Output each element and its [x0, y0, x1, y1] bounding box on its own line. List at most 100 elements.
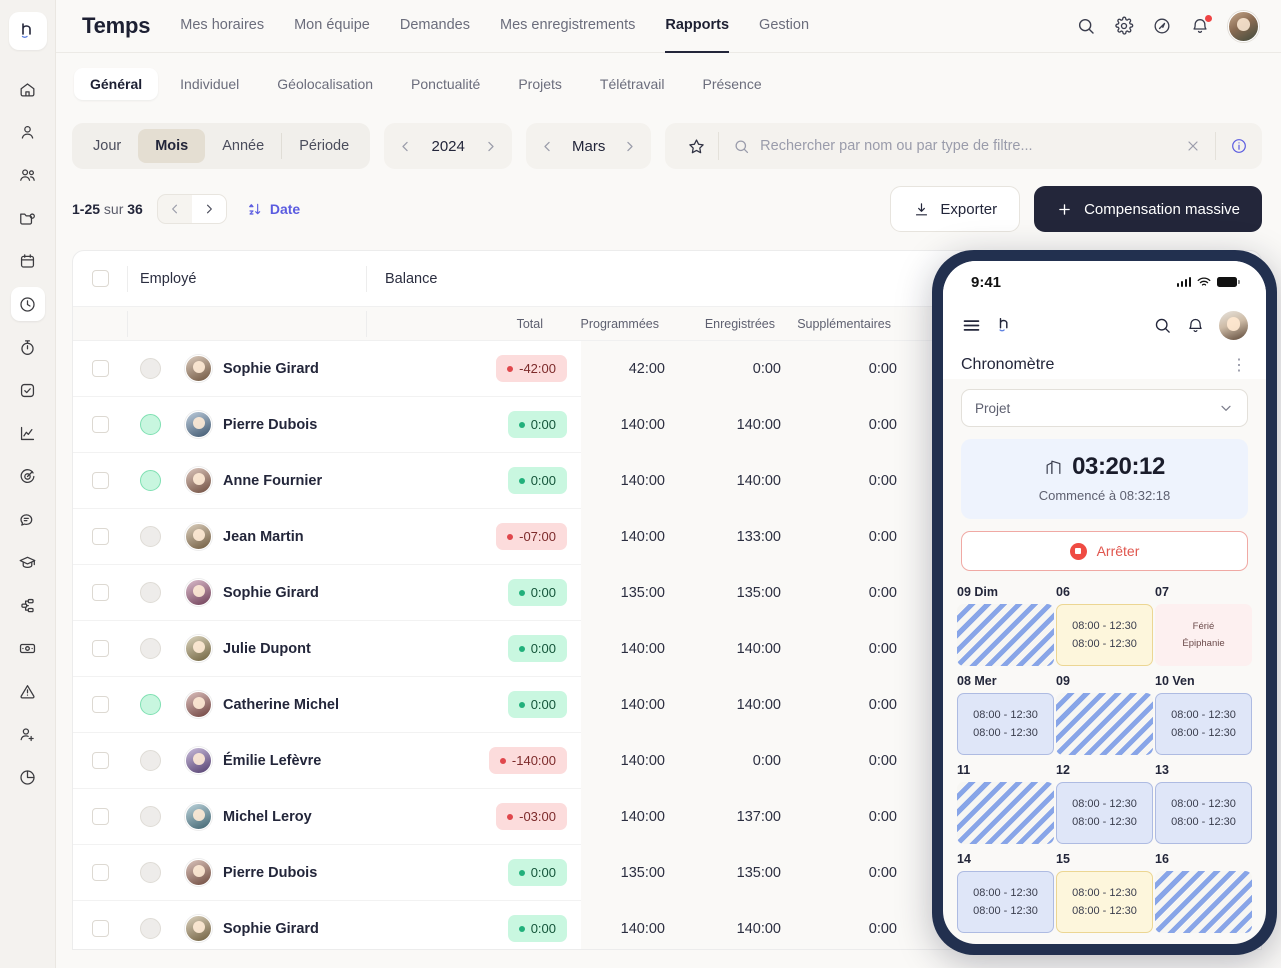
tab-teletravail[interactable]: Télétravail	[584, 68, 681, 100]
status-indicator[interactable]	[127, 638, 173, 659]
sort-control[interactable]: Date	[247, 201, 300, 217]
calendar-day[interactable]: 16	[1155, 852, 1252, 933]
calendar-day[interactable]: 10 Ven08:00 - 12:3008:00 - 12:30	[1155, 674, 1252, 755]
calendar-day[interactable]: 1208:00 - 12:3008:00 - 12:30	[1056, 763, 1153, 844]
calendar-day[interactable]: 09 Dim	[957, 585, 1054, 666]
status-indicator[interactable]	[127, 526, 173, 547]
info-icon[interactable]	[1230, 137, 1248, 155]
calendar-day[interactable]: 11	[957, 763, 1054, 844]
employee-cell[interactable]: Anne Fournier	[173, 467, 411, 494]
sidebar-item-tasks[interactable]	[11, 373, 45, 407]
sidebar-item-workflows[interactable]	[11, 588, 45, 622]
calendar-day-box[interactable]	[957, 782, 1054, 844]
employee-cell[interactable]: Pierre Dubois	[173, 411, 411, 438]
range-mois[interactable]: Mois	[138, 129, 205, 163]
gear-icon[interactable]	[1114, 16, 1134, 36]
search-icon[interactable]	[1153, 316, 1172, 335]
status-indicator[interactable]	[127, 862, 173, 883]
calendar-day-box[interactable]: 08:00 - 12:3008:00 - 12:30	[957, 871, 1054, 933]
chevron-right-icon[interactable]	[622, 139, 637, 154]
calendar-day-box[interactable]: 08:00 - 12:3008:00 - 12:30	[1056, 871, 1153, 933]
project-select[interactable]: Projet	[961, 389, 1248, 427]
sidebar-item-goals[interactable]	[11, 459, 45, 493]
chevron-left-icon[interactable]	[540, 139, 555, 154]
calendar-day-box[interactable]: 08:00 - 12:3008:00 - 12:30	[1056, 782, 1153, 844]
calendar-day-box[interactable]: FériéÉpiphanie	[1155, 604, 1252, 666]
tab-general[interactable]: Général	[74, 68, 158, 100]
sidebar-item-messages[interactable]	[11, 502, 45, 536]
sidebar-item-learning[interactable]	[11, 545, 45, 579]
chevron-right-icon[interactable]	[483, 139, 498, 154]
calendar-day[interactable]: 1408:00 - 12:3008:00 - 12:30	[957, 852, 1054, 933]
header-employee[interactable]: Employé	[128, 271, 366, 287]
row-checkbox[interactable]	[73, 472, 127, 489]
prev-page-button[interactable]	[158, 195, 192, 223]
status-indicator[interactable]	[127, 806, 173, 827]
sidebar-item-timer[interactable]	[11, 330, 45, 364]
calendar-day[interactable]: 1508:00 - 12:3008:00 - 12:30	[1056, 852, 1153, 933]
bell-icon[interactable]	[1190, 16, 1210, 36]
sidebar-item-analytics[interactable]	[11, 416, 45, 450]
row-checkbox[interactable]	[73, 808, 127, 825]
range-periode[interactable]: Période	[282, 129, 366, 163]
calendar-day-box[interactable]: 08:00 - 12:3008:00 - 12:30	[1155, 693, 1252, 755]
quick-timer-icon[interactable]	[1152, 16, 1172, 36]
row-checkbox[interactable]	[73, 920, 127, 937]
employee-cell[interactable]: Sophie Girard	[173, 355, 411, 382]
hamburger-icon[interactable]	[961, 315, 982, 336]
sidebar-item-alerts[interactable]	[11, 674, 45, 708]
sidebar-item-recruiting[interactable]	[11, 717, 45, 751]
employee-cell[interactable]: Michel Leroy	[173, 803, 411, 830]
star-icon[interactable]	[675, 137, 718, 156]
calendar-day-box[interactable]: 08:00 - 12:3008:00 - 12:30	[957, 693, 1054, 755]
sidebar-item-payroll[interactable]	[11, 631, 45, 665]
employee-cell[interactable]: Émilie Lefèvre	[173, 747, 411, 774]
stop-timer-button[interactable]: Arrêter	[961, 531, 1248, 571]
kebab-menu-icon[interactable]: ⋮	[1231, 355, 1248, 375]
calendar-day-box[interactable]	[1155, 871, 1252, 933]
nav-gestion[interactable]: Gestion	[759, 0, 809, 53]
employee-cell[interactable]: Sophie Girard	[173, 579, 411, 606]
nav-mes-horaires[interactable]: Mes horaires	[180, 0, 264, 53]
calendar-day[interactable]: 09	[1056, 674, 1153, 755]
export-button[interactable]: Exporter	[890, 186, 1020, 232]
status-indicator[interactable]	[127, 470, 173, 491]
calendar-day[interactable]: 0608:00 - 12:3008:00 - 12:30	[1056, 585, 1153, 666]
select-all-checkbox[interactable]	[73, 270, 127, 287]
employee-cell[interactable]: Julie Dupont	[173, 635, 411, 662]
close-icon[interactable]	[1185, 138, 1201, 154]
brand-h-logo[interactable]	[996, 316, 1014, 334]
nav-rapports[interactable]: Rapports	[665, 0, 729, 53]
avatar[interactable]	[1228, 11, 1259, 42]
sidebar-item-documents[interactable]	[11, 201, 45, 235]
brand-h-logo[interactable]	[9, 12, 47, 50]
range-jour[interactable]: Jour	[76, 129, 138, 163]
search-input[interactable]: Rechercher par nom ou par type de filtre…	[719, 138, 1185, 155]
status-indicator[interactable]	[127, 918, 173, 939]
avatar[interactable]	[1219, 311, 1248, 340]
range-annee[interactable]: Année	[205, 129, 281, 163]
status-indicator[interactable]	[127, 694, 173, 715]
chevron-left-icon[interactable]	[398, 139, 413, 154]
employee-cell[interactable]: Sophie Girard	[173, 915, 411, 942]
bell-icon[interactable]	[1186, 316, 1205, 335]
calendar-day-box[interactable]	[957, 604, 1054, 666]
row-checkbox[interactable]	[73, 752, 127, 769]
tab-projets[interactable]: Projets	[502, 68, 578, 100]
search-icon[interactable]	[1076, 16, 1096, 36]
sidebar-item-calendar[interactable]	[11, 244, 45, 278]
mass-compensation-button[interactable]: Compensation massive	[1034, 186, 1262, 232]
next-page-button[interactable]	[192, 195, 226, 223]
tab-geolocalisation[interactable]: Géolocalisation	[261, 68, 389, 100]
status-indicator[interactable]	[127, 750, 173, 771]
calendar-day[interactable]: 1308:00 - 12:3008:00 - 12:30	[1155, 763, 1252, 844]
status-indicator[interactable]	[127, 582, 173, 603]
sidebar-item-team[interactable]	[11, 158, 45, 192]
calendar-day-box[interactable]: 08:00 - 12:3008:00 - 12:30	[1155, 782, 1252, 844]
row-checkbox[interactable]	[73, 528, 127, 545]
employee-cell[interactable]: Pierre Dubois	[173, 859, 411, 886]
sidebar-item-time[interactable]	[11, 287, 45, 321]
nav-mes-enregistrements[interactable]: Mes enregistrements	[500, 0, 635, 53]
calendar-day[interactable]: 08 Mer08:00 - 12:3008:00 - 12:30	[957, 674, 1054, 755]
row-checkbox[interactable]	[73, 864, 127, 881]
